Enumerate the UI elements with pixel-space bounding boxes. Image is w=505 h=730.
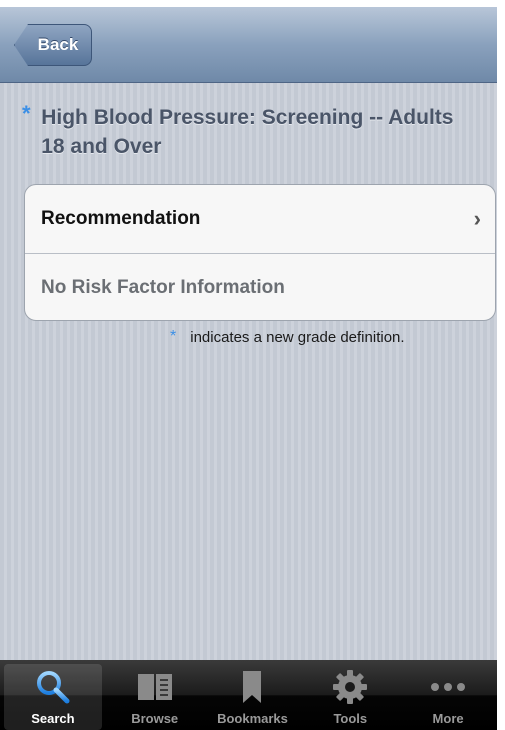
tab-search[interactable]: Search <box>4 664 102 730</box>
legend-text: indicates a new grade definition. <box>190 328 405 346</box>
tab-label: Search <box>31 711 75 726</box>
tab-label: Browse <box>131 711 179 726</box>
tab-label: Tools <box>333 711 368 726</box>
tab-label: More <box>432 711 464 726</box>
new-grade-star-icon: * <box>170 328 177 345</box>
new-grade-star-icon: * <box>22 101 31 126</box>
table-row-risk-factor: No Risk Factor Information <box>25 253 495 320</box>
page-title: High Blood Pressure: Screening -- Adults… <box>41 106 454 158</box>
book-icon <box>137 674 172 700</box>
navigation-bar: Back <box>0 7 497 83</box>
tab-browse[interactable]: Browse <box>106 660 204 730</box>
search-icon <box>36 671 70 704</box>
recommendation-table: Recommendation › No Risk Factor Informat… <box>24 184 496 321</box>
right-edge <box>497 0 505 730</box>
row-label: Recommendation <box>41 208 201 229</box>
tab-more[interactable]: More <box>399 660 497 730</box>
app-screen: Back * High Blood Pressure: Screening --… <box>0 7 497 730</box>
table-row-recommendation[interactable]: Recommendation › <box>25 185 495 253</box>
back-button[interactable]: Back <box>14 24 92 66</box>
back-button-label: Back <box>37 35 79 54</box>
bookmark-icon <box>243 671 262 703</box>
tab-tools[interactable]: Tools <box>301 660 399 730</box>
row-label: No Risk Factor Information <box>41 276 285 298</box>
more-dots-icon <box>431 683 466 691</box>
tab-bar: Search Browse Bookmarks Tools More <box>0 660 497 730</box>
tab-label: Bookmarks <box>217 711 288 726</box>
grade-legend: * indicates a new grade definition. <box>170 328 405 346</box>
top-edge <box>0 0 505 7</box>
page-title-wrap: * High Blood Pressure: Screening -- Adul… <box>22 103 472 161</box>
tab-bookmarks[interactable]: Bookmarks <box>204 660 302 730</box>
chevron-right-icon: › <box>473 206 481 231</box>
gear-icon <box>333 670 368 704</box>
